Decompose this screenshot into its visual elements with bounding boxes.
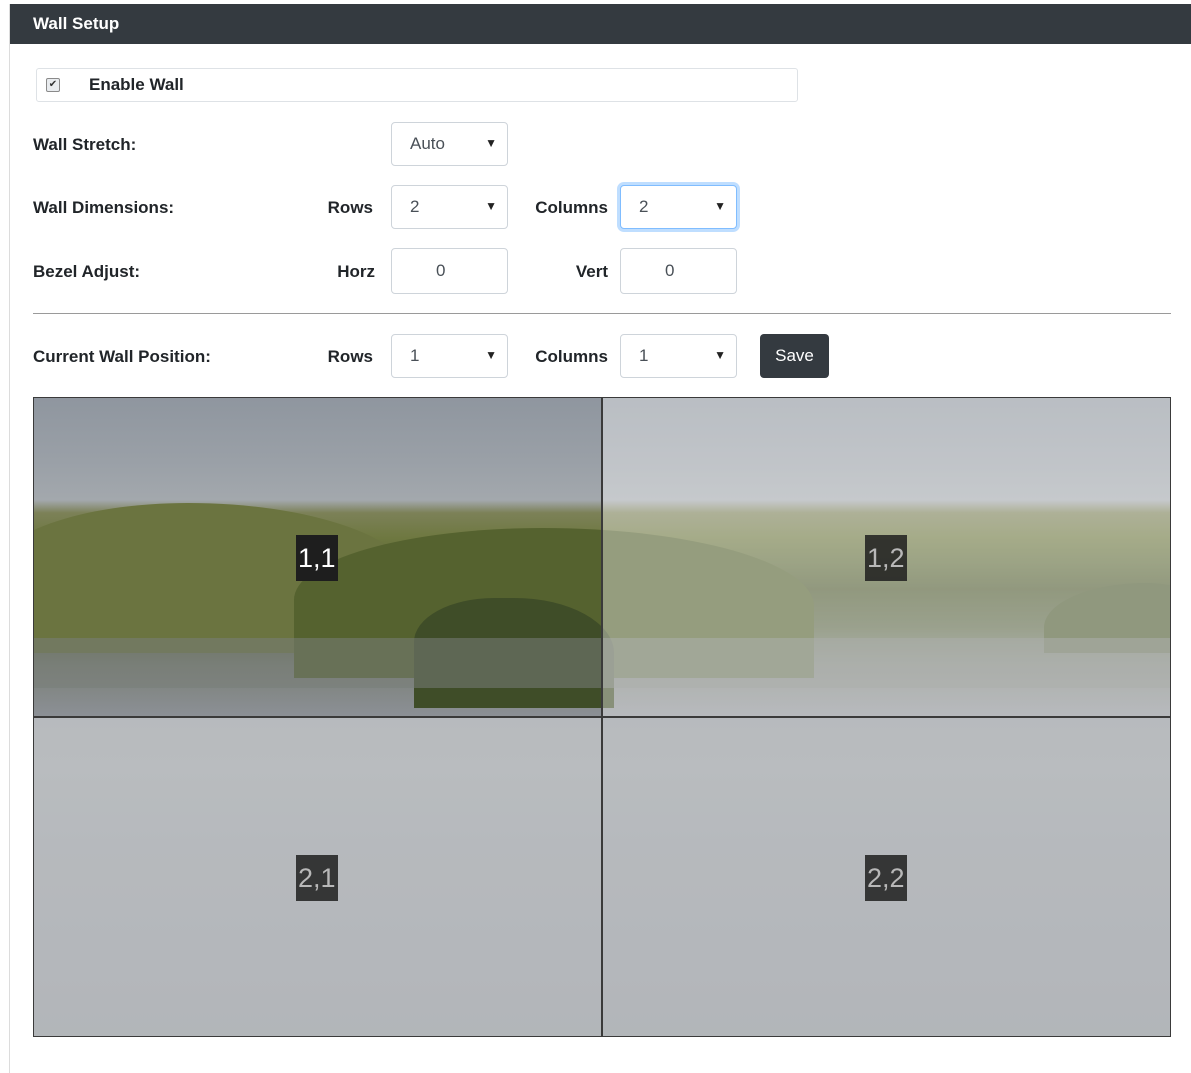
wall-dimensions-columns-label: Columns: [535, 198, 608, 217]
wall-columns-select[interactable]: 2 ▼: [620, 185, 737, 229]
bezel-adjust-label: Bezel Adjust:: [33, 262, 141, 281]
bezel-horz-input[interactable]: 0: [391, 248, 508, 294]
current-position-columns-value: 1: [639, 346, 649, 365]
bezel-horz-value: 0: [436, 261, 446, 280]
wall-rows-value: 2: [410, 197, 420, 216]
chevron-down-icon: ▼: [485, 348, 497, 362]
tile-label: 2,1: [296, 855, 338, 901]
wall-rows-select[interactable]: 2 ▼: [391, 185, 508, 229]
current-position-rows-value: 1: [410, 346, 420, 365]
wall-columns-value: 2: [639, 197, 649, 216]
tile-label: 2,2: [865, 855, 907, 901]
chevron-down-icon: ▼: [485, 199, 497, 213]
tile-2-1[interactable]: 2,1: [34, 718, 601, 1036]
tile-1-2[interactable]: 1,2: [603, 398, 1170, 716]
enable-wall-row[interactable]: ✔ Enable Wall: [36, 68, 798, 102]
tile-2-2[interactable]: 2,2: [603, 718, 1170, 1036]
enable-wall-label: Enable Wall: [89, 75, 184, 94]
save-button[interactable]: Save: [760, 334, 829, 378]
panel-header: Wall Setup: [10, 4, 1191, 44]
bezel-horz-label: Horz: [337, 262, 375, 281]
wall-stretch-select[interactable]: Auto ▼: [391, 122, 508, 166]
wall-dimensions-label: Wall Dimensions:: [33, 198, 175, 217]
tile-label: 1,2: [865, 535, 907, 581]
bezel-vert-input[interactable]: 0: [620, 248, 737, 294]
enable-wall-checkbox[interactable]: ✔: [46, 78, 60, 92]
bezel-vert-value: 0: [665, 261, 675, 280]
wall-stretch-value: Auto: [410, 134, 445, 153]
tile-label: 1,1: [296, 535, 338, 581]
chevron-down-icon: ▼: [714, 199, 726, 213]
current-wall-position-label: Current Wall Position:: [33, 347, 211, 366]
wall-stretch-label: Wall Stretch:: [33, 135, 137, 154]
wall-preview: 1,1 1,2 2,1 2,2: [33, 397, 1171, 1037]
wall-dimensions-rows-label: Rows: [327, 198, 373, 217]
wall-setup-panel: Wall Setup ✔ Enable Wall Wall Stretch: A…: [9, 4, 1191, 1073]
current-position-rows-select[interactable]: 1 ▼: [391, 334, 508, 378]
chevron-down-icon: ▼: [485, 136, 497, 150]
bezel-vert-label: Vert: [575, 262, 608, 281]
current-position-columns-label: Columns: [535, 347, 608, 366]
grid-line-horizontal: [34, 716, 1170, 718]
current-position-rows-label: Rows: [327, 347, 373, 366]
tile-1-1[interactable]: 1,1: [34, 398, 601, 716]
chevron-down-icon: ▼: [714, 348, 726, 362]
current-position-columns-select[interactable]: 1 ▼: [620, 334, 737, 378]
section-divider: [33, 313, 1171, 314]
